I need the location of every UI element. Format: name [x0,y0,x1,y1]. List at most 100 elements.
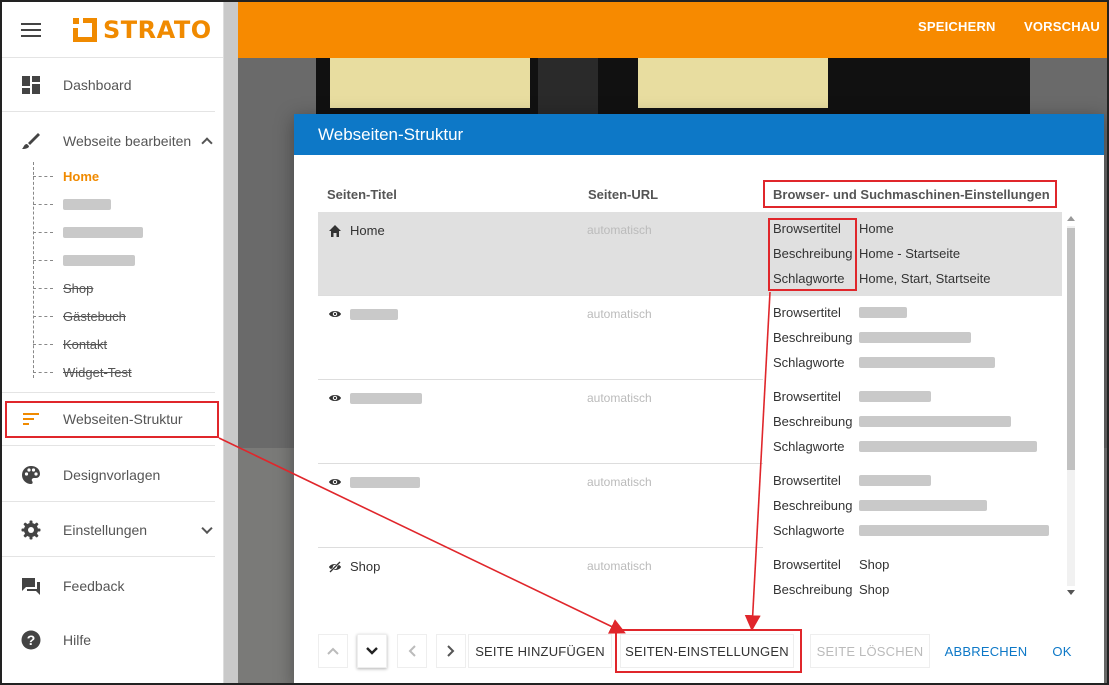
strato-logo: STRATO [73,16,212,44]
palette-icon [21,465,41,485]
tree-item-widget-test[interactable]: Widget-Test [33,358,213,386]
row-url: automatisch [587,307,652,321]
dashboard-icon [21,75,41,95]
preview-button[interactable]: VORSCHAU [1024,19,1100,34]
row-title: Home [350,223,385,238]
nav-label: Hilfe [63,632,92,648]
tree-item-home[interactable]: Home [33,162,213,190]
svg-text:?: ? [27,632,36,648]
meta-label: Schlagworte [773,523,845,538]
save-button[interactable]: SPEICHERN [918,19,996,34]
annotation-box-meta-labels [768,218,857,291]
meta-value: Home, Start, Startseite [859,271,991,286]
eye-icon [329,479,341,485]
row-meta: Browsertitel Shop Beschreibung Shop [763,548,1062,600]
tree-item-shop[interactable]: Shop [33,274,213,302]
annotation-box-sidebar [5,401,219,438]
meta-label: Beschreibung [773,414,853,429]
nav-label: Feedback [63,578,125,594]
row-meta: Browsertitel Beschreibung Schlagworte [763,464,1062,548]
table-scrollbar[interactable] [1064,212,1078,600]
column-header-url: Seiten-URL [588,187,659,202]
ok-button[interactable]: OK [1046,634,1078,668]
strato-logo-text: STRATO [103,15,212,44]
nav-settings[interactable]: Einstellungen [2,503,215,557]
meta-value: Shop [859,557,890,572]
table-row[interactable]: Shop automatisch Browsertitel Shop Beschr… [318,548,1062,600]
add-page-button[interactable]: SEITE HINZUFÜGEN [468,634,612,668]
delete-page-button[interactable]: SEITE LÖSCHEN [810,634,930,668]
nav-label: Dashboard [63,76,132,93]
blurred-text [859,332,971,343]
page-table: Home automatisch Browsertitel Home Beschr… [318,212,1062,600]
scroll-up-arrow-icon[interactable] [1067,216,1075,221]
column-header-title: Seiten-Titel [327,187,397,202]
blurred-text [63,226,143,238]
cancel-button[interactable]: ABBRECHEN [942,634,1030,668]
help-icon: ? [21,630,41,650]
tree-item-blurred[interactable] [33,190,213,218]
tree-item-blurred[interactable] [33,246,213,274]
nav-feedback[interactable]: Feedback [2,559,215,613]
tree-item-blurred[interactable] [33,218,213,246]
chevron-down-icon [366,647,378,655]
table-row[interactable]: Home automatisch Browsertitel Home Beschr… [318,212,1062,296]
scroll-down-arrow-icon[interactable] [1067,590,1075,595]
blurred-text [859,475,931,486]
annotation-box-settings-button [615,629,802,673]
tree-item-guestbook[interactable]: Gästebuch [33,302,213,330]
blurred-text [859,525,1049,536]
nav-design-templates[interactable]: Designvorlagen [2,448,215,502]
dialog-title: Webseiten-Struktur [294,114,1104,155]
eye-off-icon [329,560,341,573]
nav-label: Webseite bearbeiten [63,133,192,149]
chevron-up-icon[interactable] [201,137,213,149]
feedback-icon [21,576,41,596]
sidebar-scrollbar[interactable] [224,2,238,683]
eye-icon [329,311,341,317]
meta-label: Browsertitel [773,305,841,320]
home-icon [329,224,341,237]
nav-label: Designvorlagen [63,466,161,483]
hamburger-icon[interactable] [21,22,41,37]
move-down-button[interactable] [357,634,387,668]
meta-label: Beschreibung [773,498,853,513]
blurred-text [859,391,931,402]
meta-value: Home [859,221,894,236]
nav-dashboard[interactable]: Dashboard [2,58,215,112]
website-structure-dialog: Webseiten-Struktur Seiten-Titel Seiten-U… [294,114,1104,683]
meta-label: Beschreibung [773,582,853,597]
brush-icon [21,131,41,151]
blurred-text [350,476,420,488]
blurred-text [350,308,398,320]
top-bar: SPEICHERN VORSCHAU [238,2,1107,58]
chevron-left-icon [408,645,416,657]
row-url: automatisch [587,475,652,489]
table-row[interactable]: automatisch Browsertitel Beschreibung Sc… [318,464,1062,548]
nav-help[interactable]: ? Hilfe [2,613,215,667]
move-left-button[interactable] [397,634,427,668]
row-meta: Browsertitel Beschreibung Schlagworte [763,380,1062,464]
meta-label: Schlagworte [773,355,845,370]
row-title: Shop [350,559,381,574]
tree-item-contact[interactable]: Kontakt [33,330,213,358]
row-url: automatisch [587,391,652,405]
gear-icon [21,520,41,540]
blurred-text [63,254,135,266]
table-row[interactable]: automatisch Browsertitel Beschreibung Sc… [318,296,1062,380]
move-up-button[interactable] [318,634,348,668]
screenshot-frame: STRATO Dashboard Webseite bearbeiten Hom… [0,0,1109,685]
blurred-text [859,307,907,318]
scrollbar-thumb[interactable] [1067,228,1075,470]
nav-edit-website[interactable]: Webseite bearbeiten [2,114,215,168]
row-url: automatisch [587,223,652,237]
table-row[interactable]: automatisch Browsertitel Beschreibung Sc… [318,380,1062,464]
chevron-down-icon[interactable] [201,522,213,534]
blurred-text [859,416,1011,427]
move-right-button[interactable] [436,634,466,668]
meta-value: Home - Startseite [859,246,961,261]
meta-label: Beschreibung [773,330,853,345]
sidebar: STRATO Dashboard Webseite bearbeiten Hom… [2,2,224,683]
sidebar-header: STRATO [2,2,223,58]
meta-label: Browsertitel [773,557,841,572]
